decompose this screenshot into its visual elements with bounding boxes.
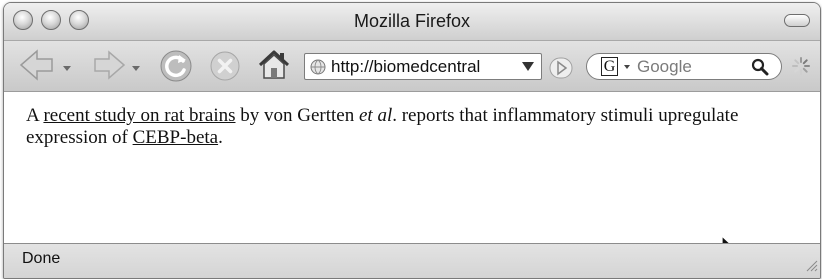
text-segment: A [26, 105, 44, 126]
reload-button[interactable] [159, 49, 193, 88]
search-placeholder[interactable]: Google [637, 57, 692, 77]
search-icon[interactable] [751, 58, 769, 81]
back-arrow-icon [19, 49, 53, 81]
home-button[interactable] [257, 49, 291, 86]
forward-button[interactable] [90, 47, 128, 88]
go-button[interactable] [549, 57, 573, 84]
forward-history-caret-icon[interactable] [132, 66, 140, 71]
search-engine-caret-icon[interactable] [624, 65, 630, 69]
window-title: Mozilla Firefox [353, 11, 471, 31]
back-history-caret-icon[interactable] [63, 66, 71, 71]
url-text[interactable]: http://biomedcentral [331, 57, 499, 77]
status-text: Done [22, 250, 61, 267]
et-al-italic: et al [358, 105, 393, 126]
navigation-toolbar: http://biomedcentral G Google [4, 41, 820, 92]
cebp-beta-link[interactable]: CEBP-beta [133, 127, 219, 148]
status-bar: Done [4, 243, 820, 278]
text-segment: . [218, 127, 223, 148]
title-bar[interactable]: Mozilla Firefox [4, 3, 820, 41]
stop-icon [210, 51, 240, 81]
text-segment: by von Gertten [235, 105, 359, 126]
resize-grip-icon[interactable] [804, 258, 818, 277]
page-content: A recent study on rat brains by von Gert… [4, 92, 820, 261]
back-button[interactable] [18, 47, 60, 88]
url-bar[interactable]: http://biomedcentral [304, 53, 542, 80]
stop-button[interactable] [209, 50, 241, 87]
search-bar[interactable]: G Google [586, 53, 782, 80]
go-arrow-icon [549, 57, 573, 79]
reload-icon [160, 50, 192, 82]
rat-brains-study-link[interactable]: recent study on rat brains [43, 105, 235, 126]
home-icon [258, 50, 290, 79]
toolbar-toggle-button[interactable] [784, 14, 810, 27]
globe-icon [310, 59, 326, 75]
forward-arrow-icon [94, 50, 126, 80]
loading-throbber-icon [791, 56, 811, 81]
search-engine-icon[interactable]: G [601, 57, 618, 76]
url-history-dropdown-icon[interactable] [522, 62, 534, 71]
browser-window: Mozilla Firefox http://biomedcentral G G… [3, 2, 821, 279]
article-paragraph: A recent study on rat brains by von Gert… [26, 105, 816, 149]
